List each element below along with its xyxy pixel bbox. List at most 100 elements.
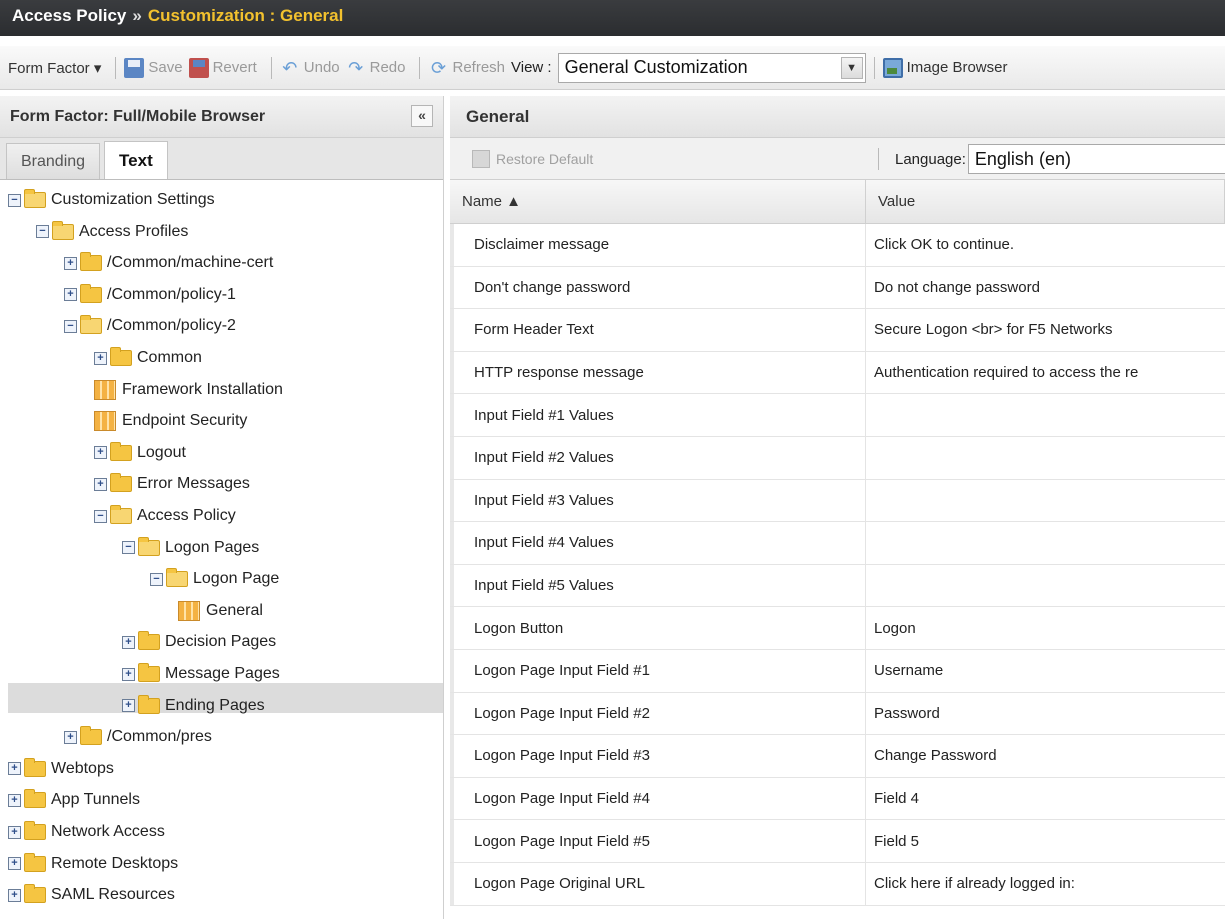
table-row[interactable]: HTTP response message Authentication requ… [450,351,1225,395]
tree-node[interactable]: + Network Access [8,818,165,846]
expand-node-icon[interactable]: + [122,635,135,649]
tree-node[interactable]: + Ending Pages [122,692,265,720]
undo-button[interactable]: ↶ Undo [280,58,339,78]
collapse-node-icon[interactable]: − [122,541,135,555]
tab-branding[interactable]: Branding [6,143,101,179]
tree-node[interactable]: − /Common/policy-2 [64,312,236,340]
table-row[interactable]: Input Field #4 Values [450,522,1225,565]
table-row[interactable]: Input Field #1 Values [450,394,1225,437]
page-title: Access Policy [12,6,127,25]
row-value-cell[interactable]: Field 4 [866,778,1225,820]
expand-node-icon[interactable]: + [64,288,77,302]
image-icon [882,57,903,78]
row-value-cell[interactable] [866,522,1225,564]
table-row[interactable]: Logon Button Logon [450,607,1225,650]
tree-node[interactable]: + Webtops [8,755,114,783]
tree-node[interactable]: + Error Messages [94,470,250,498]
right-panel-title: General [466,106,530,126]
table-row[interactable]: Don't change password Do not change passw… [450,266,1225,310]
table-row[interactable]: Input Field #5 Values [450,564,1225,608]
tree-node[interactable]: + Remote Desktops [8,850,178,878]
tree-node[interactable]: + /Common/machine-cert [64,249,273,277]
expand-node-icon[interactable]: + [122,699,135,713]
redo-button[interactable]: ↷ Redo [346,58,405,78]
form-factor-menu[interactable]: Form Factor ▾ [8,59,101,77]
tree-node[interactable]: − Logon Pages [122,534,259,562]
folder-icon [24,757,46,777]
expand-node-icon[interactable]: + [64,730,77,744]
row-value-cell[interactable]: Authentication required to access the re [866,352,1225,394]
table-row[interactable]: Logon Page Input Field #3 Change Password [450,735,1225,778]
table-row[interactable]: Input Field #3 Values [450,479,1225,523]
row-value-cell[interactable]: Password [866,693,1225,735]
table-row[interactable]: Form Header Text Secure Logon <br> for F5… [450,309,1225,352]
row-value-cell[interactable]: Secure Logon <br> for F5 Networks [866,309,1225,351]
tree-node[interactable]: − Access Profiles [36,218,188,246]
row-value-cell[interactable]: Username [866,650,1225,692]
row-value-cell[interactable]: Change Password [866,735,1225,777]
row-value-cell[interactable] [866,480,1225,522]
table-row[interactable]: Input Field #2 Values [450,436,1225,480]
row-value-cell[interactable]: Click here if already logged in: [866,863,1225,905]
save-button[interactable]: Save [124,57,183,78]
table-row[interactable]: Logon Page Input Field #5 Field 5 [450,820,1225,863]
tree-node[interactable]: − Access Policy [94,502,236,530]
refresh-button[interactable]: ⟳ Refresh [428,58,505,78]
row-value-cell[interactable]: Logon [866,607,1225,649]
row-value-cell[interactable] [866,437,1225,479]
table-row[interactable]: Logon Page Input Field #2 Password [450,692,1225,736]
tree-node[interactable]: Endpoint Security [94,407,247,435]
expand-node-icon[interactable]: + [8,825,21,839]
value-column-header[interactable]: Value [866,180,1225,223]
table-row[interactable]: Disclaimer message Click OK to continue. [450,224,1225,267]
row-value-cell[interactable]: Field 5 [866,820,1225,862]
tree-node-label: Webtops [51,759,114,777]
revert-button[interactable]: Revert [188,57,257,78]
tree-node[interactable]: Framework Installation [94,376,283,404]
collapse-node-icon[interactable]: − [64,319,77,333]
expand-node-icon[interactable]: + [8,888,21,902]
tree-node[interactable]: − Logon Page [150,565,279,593]
row-value-cell[interactable]: Click OK to continue. [866,224,1225,266]
expand-node-icon[interactable]: + [8,793,21,807]
collapse-node-icon[interactable]: − [8,193,21,207]
expand-node-icon[interactable]: + [94,446,107,460]
expand-node-icon[interactable]: + [64,256,77,270]
left-panel-title: Form Factor: Full/Mobile Browser [10,107,266,125]
tree-node[interactable]: + Decision Pages [122,628,276,656]
chevron-down-icon[interactable]: ▼ [840,56,863,79]
tree-node[interactable]: − Customization Settings [8,186,215,214]
tree-node[interactable]: + App Tunnels [8,786,140,814]
table-row[interactable]: Logon Page Input Field #4 Field 4 [450,777,1225,821]
tree-node-label: App Tunnels [51,791,140,809]
expand-node-icon[interactable]: + [8,857,21,871]
expand-node-icon[interactable]: + [94,351,107,365]
tree-node[interactable]: + /Common/policy-1 [64,281,236,309]
collapse-node-icon[interactable]: − [36,225,49,239]
tree-node[interactable]: + Logout [94,439,186,467]
expand-node-icon[interactable]: + [8,762,21,776]
expand-node-icon[interactable]: + [94,477,107,491]
name-column-header[interactable]: Name ▲ [450,180,866,223]
collapse-node-icon[interactable]: − [150,572,163,586]
table-row[interactable]: Logon Page Original URL Click here if alr… [450,862,1225,906]
tree-node-label: Error Messages [137,475,250,493]
tree-node[interactable]: + Common [94,344,202,372]
tree-node[interactable]: General [178,597,263,625]
collapse-panel-button[interactable]: « [411,105,433,127]
tree-node[interactable]: + SAML Resources [8,881,175,909]
tree-node-label: General [206,601,263,619]
language-select[interactable]: English (en) [967,144,1225,174]
image-browser-button[interactable]: Image Browser [882,57,1007,78]
restore-default-button[interactable]: Restore Default [472,149,593,168]
collapse-node-icon[interactable]: − [94,509,107,523]
row-value-cell[interactable]: Do not change password [866,267,1225,309]
row-value-cell[interactable] [866,565,1225,607]
table-row[interactable]: Logon Page Input Field #1 Username [450,649,1225,693]
view-select[interactable]: General Customization ▼ [557,52,866,83]
tree-node[interactable]: + /Common/pres [64,723,212,751]
tab-text[interactable]: Text [104,141,168,179]
tree-node[interactable]: + Message Pages [122,660,280,688]
row-value-cell[interactable] [866,394,1225,436]
expand-node-icon[interactable]: + [122,667,135,681]
